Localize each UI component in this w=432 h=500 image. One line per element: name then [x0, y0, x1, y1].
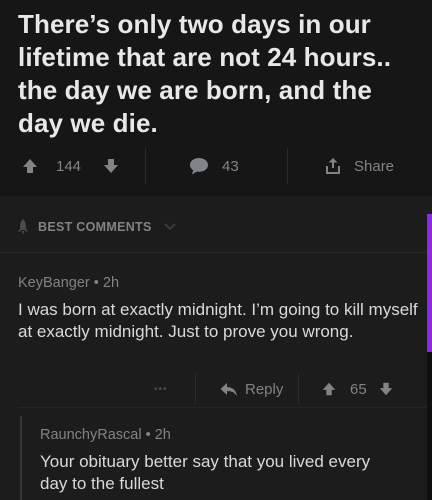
- downvote-icon[interactable]: [101, 156, 121, 176]
- comment-divider: [18, 407, 432, 408]
- reddit-post-screen: There’s only two days in our lifetime th…: [0, 0, 432, 500]
- reply-author[interactable]: RaunchyRascal: [40, 427, 142, 443]
- reply-body: Your obituary better say that you lived …: [40, 452, 371, 493]
- comment-meta: KeyBanger • 2h: [18, 275, 119, 291]
- upvote-icon[interactable]: [20, 156, 40, 176]
- reply-label: Reply: [245, 380, 284, 398]
- reply-icon: [219, 380, 239, 398]
- comment-age: 2h: [102, 275, 120, 291]
- comment-vote-group: 65: [320, 376, 395, 402]
- downvote-icon[interactable]: [377, 380, 395, 398]
- section-divider: [0, 252, 432, 253]
- post-card: There’s only two days in our lifetime th…: [0, 0, 432, 196]
- meta-separator: •: [93, 275, 103, 291]
- action-divider: [145, 148, 146, 184]
- reply-age: 2h: [154, 427, 171, 443]
- post-upvote-count: 144: [56, 157, 82, 175]
- comment-action-divider: [195, 374, 196, 404]
- post-comments-button[interactable]: 43: [188, 142, 239, 190]
- reply-meta: RaunchyRascal • 2h: [40, 427, 171, 443]
- comment-body: I was born at exactly midnight. I’m goin…: [18, 300, 418, 341]
- comment-sort-selector[interactable]: BEST COMMENTS: [14, 216, 176, 238]
- share-button[interactable]: Share: [323, 142, 394, 190]
- post-title: There’s only two days in our lifetime th…: [18, 9, 392, 138]
- action-divider: [287, 148, 288, 184]
- upvote-icon[interactable]: [320, 380, 338, 398]
- sort-label: BEST COMMENTS: [38, 220, 152, 234]
- meta-separator: •: [145, 427, 155, 443]
- thread-line[interactable]: [20, 416, 22, 500]
- more-options-icon: •••: [154, 383, 168, 395]
- comment-author[interactable]: KeyBanger: [18, 275, 90, 291]
- comment-more-button[interactable]: •••: [154, 376, 168, 402]
- rocket-icon: [14, 218, 32, 236]
- post-comment-count: 43: [222, 157, 239, 175]
- reply-button[interactable]: Reply: [219, 376, 283, 402]
- post-action-bar: 144 43 Share: [0, 142, 432, 190]
- edge-accent-strip: [427, 214, 432, 352]
- share-icon: [323, 156, 343, 176]
- share-label: Share: [354, 157, 395, 175]
- post-vote-group: 144: [20, 142, 121, 190]
- comment-score: 65: [350, 380, 367, 398]
- chevron-down-icon: [163, 223, 176, 231]
- edge-dark-strip: [427, 352, 432, 500]
- comment-bubble-icon: [188, 156, 210, 176]
- comment-action-divider: [298, 374, 299, 404]
